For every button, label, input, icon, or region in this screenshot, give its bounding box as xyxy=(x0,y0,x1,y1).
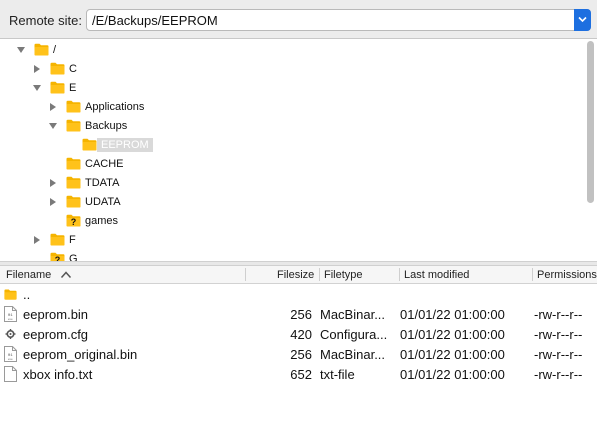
config-file-icon xyxy=(5,329,16,339)
file-size-cell: 652 xyxy=(290,367,312,382)
folder-icon xyxy=(66,176,81,189)
tree-node-label: / xyxy=(53,44,57,56)
folder-icon xyxy=(66,157,81,170)
remote-directory-tree[interactable]: / C E Applications Backups EEPROM CACHE TDATA UD… xyxy=(0,38,597,262)
file-modified-cell: 01/01/22 01:00:00 xyxy=(400,347,505,362)
file-size-cell: 420 xyxy=(290,327,312,342)
tree-node[interactable]: CACHE xyxy=(0,155,580,174)
text-file-icon xyxy=(4,366,17,382)
tree-node-label: TDATA xyxy=(85,177,120,189)
remote-site-bar: Remote site: /E/Backups/EEPROM xyxy=(0,0,597,38)
folder-icon xyxy=(50,81,65,94)
folder-icon xyxy=(50,233,65,246)
tree-node-label: E xyxy=(69,82,77,94)
column-separator[interactable] xyxy=(532,268,533,281)
svg-text:exe: exe xyxy=(8,317,13,321)
binary-file-icon: 01exe xyxy=(4,306,17,322)
file-name-cell: xbox info.txt xyxy=(23,367,93,382)
file-type-cell: txt-file xyxy=(320,367,355,382)
tree-node-label: UDATA xyxy=(85,196,121,208)
tree-node[interactable]: Applications xyxy=(0,98,580,117)
file-name-cell: eeprom.cfg xyxy=(23,327,89,342)
tree-node[interactable]: F xyxy=(0,231,580,250)
remote-site-combobox[interactable]: /E/Backups/EEPROM xyxy=(86,9,591,31)
tree-node-label: C xyxy=(69,63,77,75)
file-modified-cell: 01/01/22 01:00:00 xyxy=(400,327,505,342)
tree-node[interactable]: Backups xyxy=(0,117,580,136)
folder-icon xyxy=(66,119,81,132)
column-separator[interactable] xyxy=(319,268,320,281)
file-name-cell: eeprom_original.bin xyxy=(23,347,138,362)
folder-icon xyxy=(66,100,81,113)
unknown-folder-icon: ? xyxy=(66,214,81,227)
tree-scrollbar[interactable] xyxy=(587,41,594,203)
remote-site-label: Remote site: xyxy=(9,13,82,28)
folder-icon xyxy=(50,62,65,75)
tree-node[interactable]: EEPROM xyxy=(0,136,580,155)
disclosure-collapsed-icon[interactable] xyxy=(32,235,42,245)
disclosure-expanded-icon[interactable] xyxy=(48,121,58,131)
column-separator[interactable] xyxy=(399,268,400,281)
disclosure-collapsed-icon[interactable] xyxy=(48,102,58,112)
tree-node-label: F xyxy=(69,234,76,246)
tree-node-label: EEPROM xyxy=(97,138,153,152)
file-row[interactable]: 01 exe eeprom_original.bin 256 MacBinar... 01… xyxy=(0,344,597,364)
column-separator[interactable] xyxy=(245,268,246,281)
disclosure-expanded-icon[interactable] xyxy=(32,83,42,93)
file-row[interactable]: 01 exe eeprom.bin 256 MacBinar... 01/01/22 01… xyxy=(0,304,597,324)
remote-file-list[interactable]: Filename Filesize Filetype Last modified… xyxy=(0,266,597,429)
file-list-header: Filename Filesize Filetype Last modified… xyxy=(0,266,597,284)
tree-node-label: Backups xyxy=(85,120,128,132)
file-permissions-cell: -rw-r--r-- xyxy=(534,327,583,342)
folder-icon xyxy=(66,195,81,208)
tree-node[interactable]: TDATA xyxy=(0,174,580,193)
remote-site-path-input[interactable]: /E/Backups/EEPROM xyxy=(92,13,218,28)
sort-ascending-icon[interactable] xyxy=(60,270,72,279)
file-type-cell: MacBinar... xyxy=(320,307,386,322)
file-permissions-cell: -rw-r--r-- xyxy=(534,367,583,382)
remote-site-dropdown-button[interactable] xyxy=(574,9,591,31)
file-modified-cell: 01/01/22 01:00:00 xyxy=(400,307,505,322)
binary-file-icon: 01exe xyxy=(4,346,17,362)
disclosure-collapsed-icon[interactable] xyxy=(48,178,58,188)
column-header-filetype[interactable]: Filetype xyxy=(324,269,363,281)
chevron-down-icon xyxy=(578,16,587,23)
file-name-cell: eeprom.bin xyxy=(23,307,89,322)
column-header-filename[interactable]: Filename xyxy=(6,269,51,281)
tree-node[interactable]: E xyxy=(0,79,580,98)
folder-icon xyxy=(4,289,17,300)
column-header-filesize[interactable]: Filesize xyxy=(277,269,314,281)
file-row[interactable]: .. xyxy=(0,284,597,304)
folder-icon xyxy=(34,43,49,56)
file-row[interactable]: eeprom.cfg 420 Configura... 01/01/22 01:00:… xyxy=(0,324,597,344)
tree-node-label: games xyxy=(85,215,119,227)
svg-text:exe: exe xyxy=(8,357,13,361)
tree-node[interactable]: / xyxy=(0,41,580,60)
column-header-permissions[interactable]: Permissions xyxy=(537,269,597,281)
tree-node[interactable]: C xyxy=(0,60,580,79)
file-modified-cell: 01/01/22 01:00:00 xyxy=(400,367,505,382)
column-header-last-modified[interactable]: Last modified xyxy=(404,269,469,281)
tree-node-label: CACHE xyxy=(85,158,124,170)
file-row[interactable]: xbox info.txt 652 txt-file 01/01/22 01:00:0… xyxy=(0,364,597,384)
disclosure-collapsed-icon[interactable] xyxy=(48,197,58,207)
tree-node[interactable]: UDATA xyxy=(0,193,580,212)
file-size-cell: 256 xyxy=(290,347,312,362)
file-permissions-cell: -rw-r--r-- xyxy=(534,307,583,322)
file-type-cell: Configura... xyxy=(320,327,388,342)
disclosure-collapsed-icon[interactable] xyxy=(32,64,42,74)
file-size-cell: 256 xyxy=(290,307,312,322)
file-permissions-cell: -rw-r--r-- xyxy=(534,347,583,362)
folder-icon xyxy=(82,138,97,151)
file-name-cell: .. xyxy=(23,287,31,302)
tree-node[interactable]: ? games xyxy=(0,212,580,231)
disclosure-expanded-icon[interactable] xyxy=(16,45,26,55)
svg-text:?: ? xyxy=(71,217,77,227)
file-type-cell: MacBinar... xyxy=(320,347,386,362)
tree-node-label: Applications xyxy=(85,101,145,113)
